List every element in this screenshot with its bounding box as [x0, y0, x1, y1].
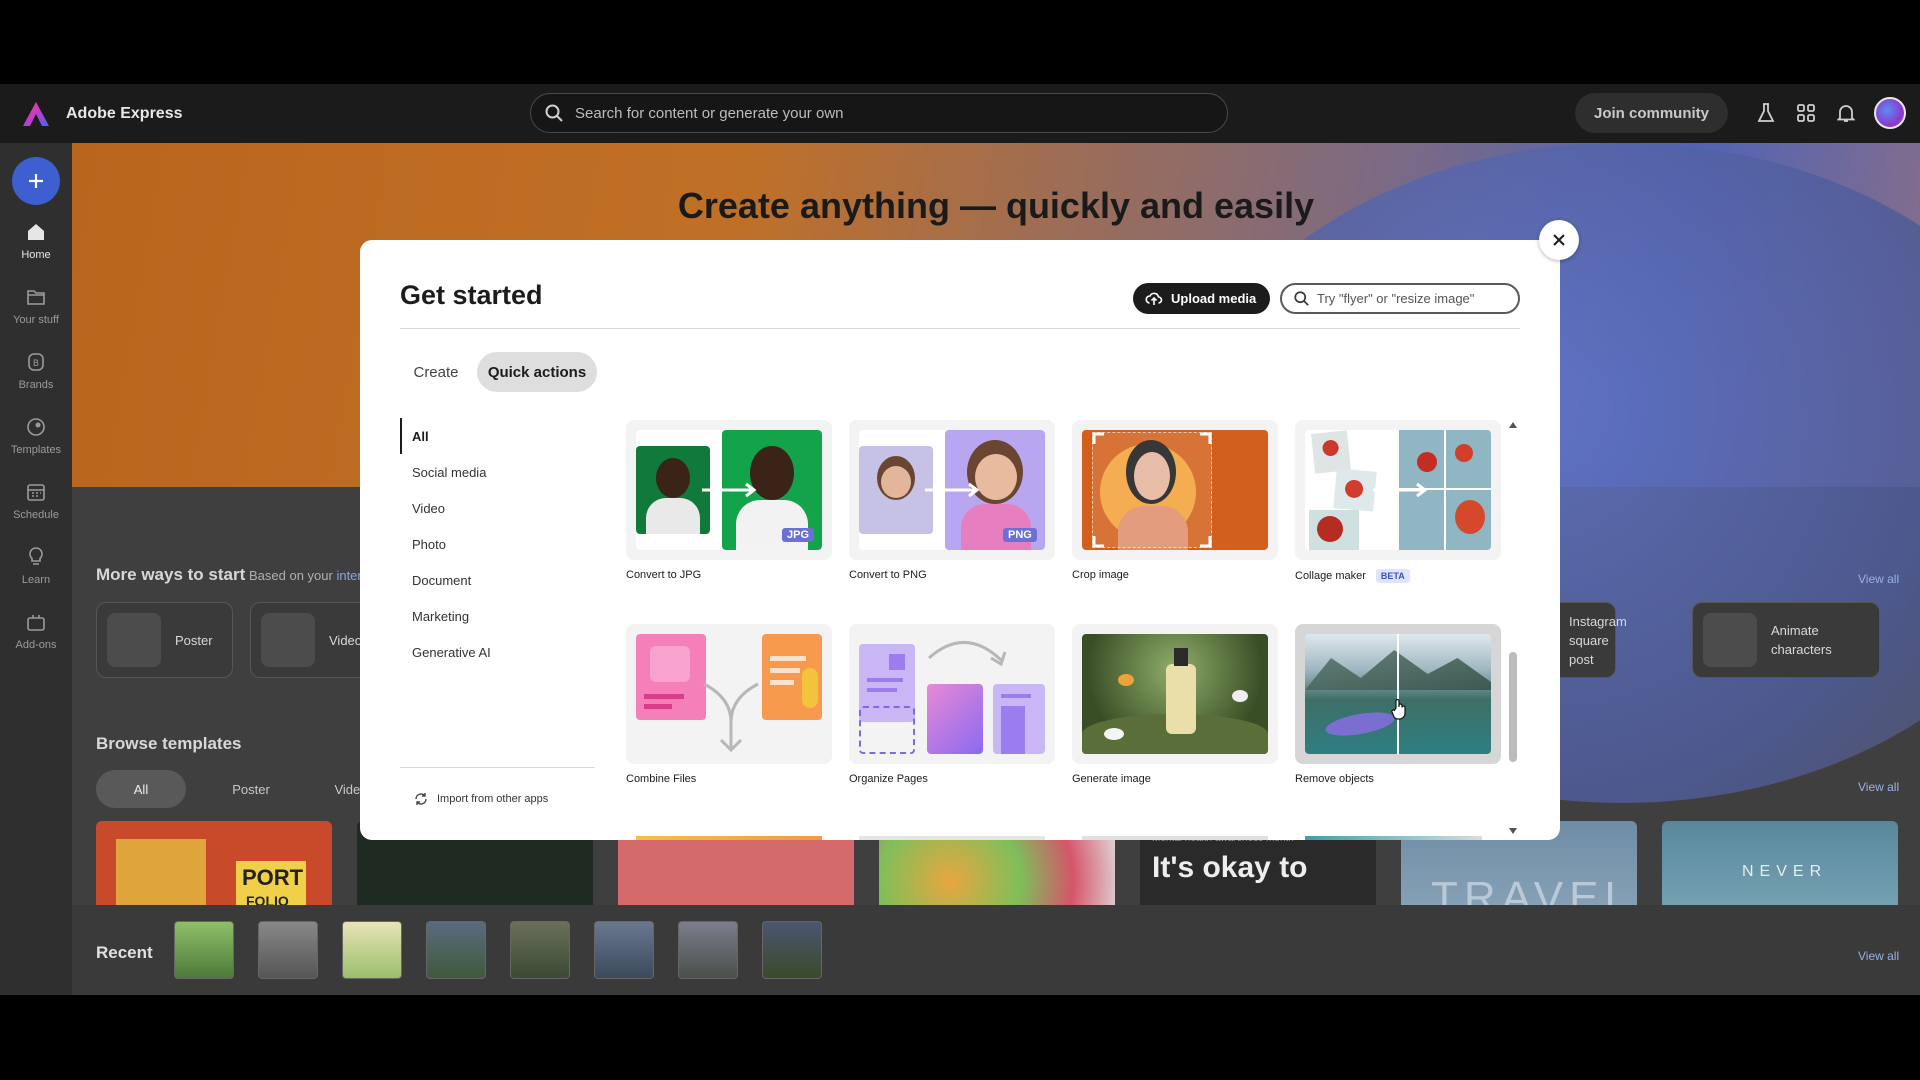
scroll-up-icon[interactable] [1509, 422, 1517, 428]
quick-action-label: Convert to PNG [849, 569, 927, 581]
cloud-upload-icon [1145, 292, 1163, 305]
scroll-down-icon[interactable] [1509, 828, 1517, 834]
bell-icon[interactable] [1834, 101, 1858, 125]
quick-action-remove-objects[interactable]: Remove objects [1295, 624, 1501, 785]
quick-action-label: Organize Pages [849, 773, 928, 785]
user-avatar[interactable] [1874, 97, 1906, 129]
brand[interactable]: Adobe Express [22, 101, 182, 127]
global-search[interactable] [530, 93, 1228, 133]
collage-maker-thumbnail [1295, 420, 1501, 560]
adobe-express-logo [23, 101, 49, 126]
top-bar: Adobe Express Join community [0, 84, 1920, 143]
import-from-other-apps-link[interactable]: Import from other apps [413, 791, 548, 807]
get-started-dialog: Get started Upload media Create Quick ac… [360, 240, 1560, 840]
remove-objects-thumbnail [1295, 624, 1501, 764]
generate-image-thumbnail [1072, 624, 1278, 764]
join-community-button[interactable]: Join community [1574, 93, 1728, 133]
quick-action-search-input[interactable] [1317, 291, 1507, 306]
search-icon [545, 104, 563, 122]
grid-scrollbar[interactable] [1506, 420, 1520, 840]
search-input[interactable] [575, 104, 1175, 122]
category-all[interactable]: All [400, 418, 595, 454]
organize-pages-thumbnail [849, 624, 1055, 764]
import-icon [415, 793, 427, 805]
close-icon [1553, 234, 1565, 246]
tab-create[interactable]: Create [400, 352, 472, 392]
category-divider [400, 767, 595, 768]
quick-action-crop-image[interactable]: Crop image [1072, 420, 1278, 581]
top-right-actions: Join community [1574, 93, 1906, 133]
quick-action-generate-image[interactable]: Generate image [1072, 624, 1278, 785]
apps-grid-icon[interactable] [1794, 101, 1818, 125]
category-social-media[interactable]: Social media [400, 454, 595, 490]
quick-action-convert-to-jpg[interactable]: JPG Convert to JPG [626, 420, 832, 581]
quick-action-label: Generate image [1072, 773, 1151, 785]
jpg-badge: JPG [782, 528, 815, 542]
category-list: All Social media Video Photo Document Ma… [400, 418, 595, 670]
search-icon [1294, 291, 1309, 306]
quick-action-label: Remove objects [1295, 773, 1374, 785]
category-marketing[interactable]: Marketing [400, 598, 595, 634]
page: Create anything — quickly and easily Mor… [0, 0, 1920, 1080]
png-badge: PNG [1003, 528, 1037, 542]
hand-cursor-icon [1391, 698, 1406, 720]
convert-to-png-thumbnail: PNG [849, 420, 1055, 560]
app-name: Adobe Express [66, 104, 183, 122]
quick-action-label: Crop image [1072, 569, 1129, 581]
crop-image-thumbnail [1072, 420, 1278, 560]
dialog-divider [400, 328, 1520, 329]
category-photo[interactable]: Photo [400, 526, 595, 562]
upload-media-button[interactable]: Upload media [1133, 283, 1271, 314]
combine-files-thumbnail [626, 624, 832, 764]
scrollbar-thumb[interactable] [1509, 652, 1517, 762]
beta-badge: BETA [1375, 569, 1410, 583]
tab-quick-actions[interactable]: Quick actions [477, 352, 597, 392]
category-document[interactable]: Document [400, 562, 595, 598]
quick-action-search[interactable] [1280, 283, 1520, 314]
quick-action-convert-to-png[interactable]: PNG Convert to PNG [849, 420, 1055, 581]
quick-action-collage-maker[interactable]: Collage maker BETA [1295, 420, 1501, 583]
quick-action-label: Combine Files [626, 773, 697, 785]
category-generative-ai[interactable]: Generative AI [400, 634, 595, 670]
category-video[interactable]: Video [400, 490, 595, 526]
next-row-peek [626, 828, 1482, 840]
quick-action-combine-files[interactable]: Combine Files [626, 624, 832, 785]
convert-to-jpg-thumbnail: JPG [626, 420, 832, 560]
quick-action-organize-pages[interactable]: Organize Pages [849, 624, 1055, 785]
quick-action-label: Convert to JPG [626, 569, 702, 581]
close-dialog-button[interactable] [1539, 220, 1579, 260]
lab-flask-icon[interactable] [1754, 101, 1778, 125]
quick-action-label: Collage maker BETA [1295, 569, 1501, 583]
dialog-title: Get started [400, 280, 543, 310]
